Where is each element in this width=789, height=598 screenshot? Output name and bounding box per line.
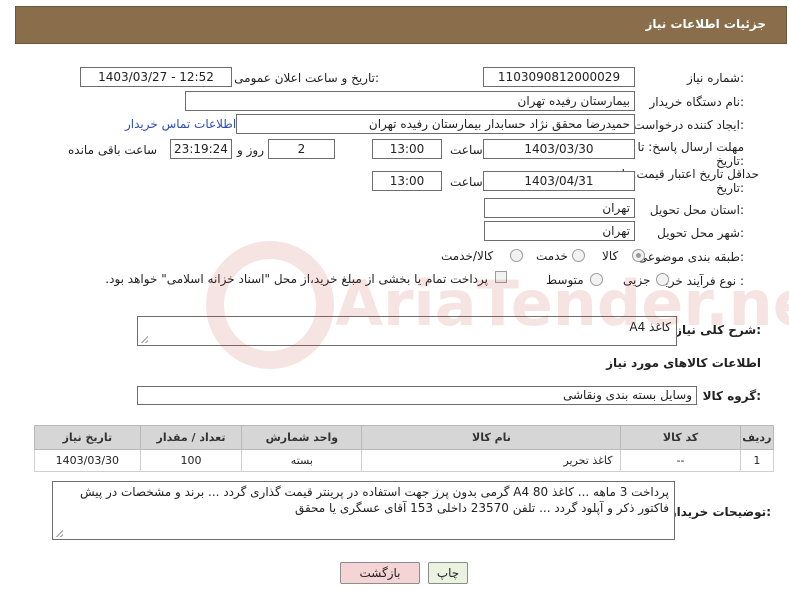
response-deadline-date-field: 1403/03/30 — [483, 139, 635, 159]
remaining-label: ساعت باقی مانده — [68, 143, 158, 157]
category-radio-goods[interactable] — [632, 249, 645, 262]
cell-date: 1403/03/30 — [34, 449, 141, 472]
print-button[interactable]: چاپ — [428, 562, 468, 584]
buyer-notes-textarea[interactable]: پرداخت 3 ماهه ... کاغذ A4 80 گرمی بدون پ… — [52, 481, 675, 540]
category-radio-goods-service[interactable] — [510, 249, 523, 262]
cell-name: کاغذ تحریر — [361, 449, 622, 472]
description-text: کاغذ A4 — [629, 320, 671, 334]
remaining-time-field: 23:19:24 — [170, 139, 232, 159]
cell-unit: بسته — [241, 449, 363, 472]
price-validity-time-field: 13:00 — [372, 171, 442, 191]
items-table: ردیف کد کالا نام کالا واحد شمارش تعداد /… — [34, 425, 775, 472]
buyer-notes-label: توضیحات خریدار: — [669, 505, 771, 519]
page-header: جزئیات اطلاعات نیاز — [15, 6, 787, 44]
treasury-checkbox[interactable] — [495, 271, 507, 283]
requester-field: حمیدرضا محقق نژاد حسابدار بیمارستان رفید… — [236, 114, 635, 134]
delivery-city-label: شهر محل تحویل: — [657, 226, 744, 240]
buyer-contact-link[interactable]: اطلاعات تماس خریدار — [125, 117, 236, 131]
response-deadline-label-date: تاریخ: — [716, 154, 744, 168]
remaining-days-field: 2 — [268, 139, 335, 159]
buyer-org-label: نام دستگاه خریدار: — [649, 95, 745, 109]
price-validity-date-field: 1403/04/31 — [483, 171, 635, 191]
category-option-service: خدمت — [536, 249, 568, 263]
table-row: 1 -- کاغذ تحریر بسته 100 1403/03/30 — [34, 449, 775, 472]
col-name: نام کالا — [361, 425, 622, 450]
notes-resize-grip-icon[interactable] — [55, 529, 63, 537]
cell-row: 1 — [739, 449, 775, 472]
description-label: شرح کلی نیاز: — [675, 323, 761, 337]
cell-qty: 100 — [139, 449, 243, 472]
process-option-minor: جزیی — [623, 273, 651, 287]
goods-group-label: گروه کالا: — [702, 389, 761, 403]
response-deadline-label: مهلت ارسال پاسخ: تا — [637, 140, 744, 154]
announce-datetime-field: 1403/03/27 - 12:52 — [80, 67, 232, 87]
cell-code: -- — [620, 449, 741, 472]
col-date: تاریخ نیاز — [34, 425, 141, 450]
table-header-row: ردیف کد کالا نام کالا واحد شمارش تعداد /… — [34, 425, 775, 450]
delivery-province-label: استان محل تحویل: — [649, 203, 744, 217]
price-validity-label: حداقل تاریخ اعتبار قیمت: تا — [621, 167, 759, 181]
col-row: ردیف — [739, 425, 775, 450]
category-option-goods-service: کالا/خدمت — [441, 249, 494, 263]
need-number-label: شماره نیاز: — [686, 71, 744, 85]
days-label: روز و — [237, 143, 264, 157]
response-time-label: ساعت — [450, 143, 483, 157]
purchase-process-label: نوع فرآیند خرید : — [659, 274, 744, 288]
process-radio-minor[interactable] — [656, 273, 669, 286]
col-unit: واحد شمارش — [241, 425, 363, 450]
need-number-field: 1103090812000029 — [483, 67, 635, 87]
response-deadline-time-field: 13:00 — [372, 139, 442, 159]
category-radio-service[interactable] — [572, 249, 585, 262]
treasury-checkbox-label: پرداخت تمام یا بخشی از مبلغ خرید،از محل … — [105, 272, 488, 286]
delivery-province-field: تهران — [484, 198, 635, 218]
resize-grip-icon[interactable] — [140, 335, 148, 343]
process-option-medium: متوسط — [546, 273, 584, 287]
requester-label: ایجاد کننده درخواست: — [633, 118, 744, 132]
col-code: کد کالا — [620, 425, 741, 450]
goods-section-title: اطلاعات کالاهای مورد نیاز — [606, 356, 761, 370]
back-button[interactable]: بازگشت — [340, 562, 420, 584]
announce-datetime-label: تاریخ و ساعت اعلان عمومی: — [234, 71, 379, 85]
process-radio-medium[interactable] — [590, 273, 603, 286]
delivery-city-field: تهران — [484, 221, 635, 241]
description-textarea[interactable]: کاغذ A4 — [137, 316, 677, 346]
price-validity-time-label: ساعت — [450, 175, 483, 189]
price-validity-label-date: تاریخ: — [716, 181, 744, 195]
category-label: طبقه بندی موضوعی: — [637, 250, 744, 264]
col-qty: تعداد / مقدار — [139, 425, 243, 450]
goods-group-field: وسایل بسته بندی ونقاشی — [137, 386, 697, 405]
buyer-org-field: بیمارستان رفیده تهران — [185, 91, 635, 111]
category-option-goods: کالا — [602, 249, 619, 263]
buyer-notes-text: پرداخت 3 ماهه ... کاغذ A4 80 گرمی بدون پ… — [79, 485, 669, 515]
page-title: جزئیات اطلاعات نیاز — [645, 17, 766, 31]
